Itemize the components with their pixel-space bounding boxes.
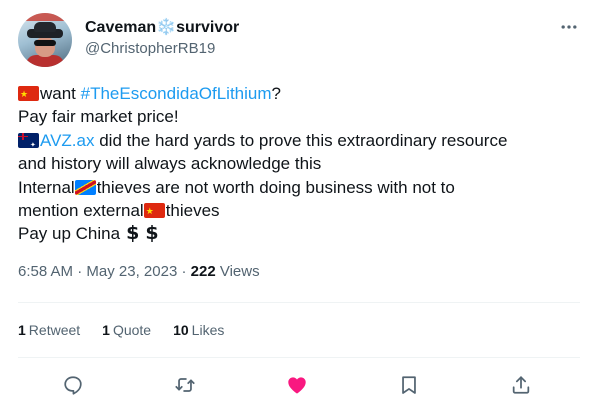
tweet-time[interactable]: 6:58 AM: [18, 263, 73, 280]
share-button[interactable]: [504, 368, 538, 402]
author-name-last: survivor: [176, 19, 240, 36]
views-count: 222: [190, 263, 216, 280]
tweet-line-5: Internal thieves are not worth doing busi…: [18, 176, 588, 199]
author-handle[interactable]: @ChristopherRB19: [85, 40, 215, 57]
likes-stat[interactable]: 10 Likes: [173, 322, 224, 338]
snowflake-emoji: ❄️: [156, 19, 177, 36]
tweet-line-6-b: thieves: [165, 201, 220, 221]
meta-separator: ·: [177, 263, 191, 280]
likes-label: Likes: [191, 322, 225, 338]
tweet-line-7-text: Pay up China: [18, 224, 121, 244]
tweet-text: want #TheEscondidaOfLithium? Pay fair ma…: [18, 82, 588, 246]
quotes-count: 1: [102, 322, 110, 338]
meta-separator: ·: [73, 263, 87, 280]
author-display-name[interactable]: Caveman❄️survivor: [85, 17, 239, 37]
tweet-line-1-text: want: [40, 84, 81, 103]
china-flag-icon: [143, 203, 165, 219]
tweet-meta: 6:58 AM · May 23, 2023 · 222 Views: [18, 263, 260, 280]
tweet-date[interactable]: May 23, 2023: [86, 263, 177, 280]
tweet-line-6-a: mention external: [18, 201, 144, 221]
divider: [18, 302, 580, 303]
avatar-glasses: [34, 40, 56, 46]
dollar-emoji: $: [145, 222, 159, 245]
tweet-line-7: Pay up China $ $: [18, 222, 588, 245]
avatar-hat-crown: [34, 22, 56, 32]
tweet-line-5-b: thieves are not worth doing business wit…: [96, 177, 455, 197]
hashtag-link[interactable]: #TheEscondidaOfLithium: [81, 84, 272, 103]
avatar-background: [18, 13, 72, 21]
dollar-emoji: $: [126, 222, 140, 245]
like-button[interactable]: [280, 368, 314, 402]
tweet-card: Caveman❄️survivor @ChristopherRB19 want …: [0, 0, 598, 411]
reply-icon: [64, 376, 82, 395]
tweet-line-1-end: ?: [271, 84, 281, 103]
tweet-line-3-text: did the hard yards to prove this extraor…: [94, 130, 508, 150]
likes-count: 10: [173, 322, 189, 338]
australia-flag-icon: [18, 132, 39, 148]
bookmark-icon: [402, 376, 416, 394]
retweet-icon: [175, 378, 195, 392]
tweet-line-3: AVZ.ax did the hard yards to prove this …: [18, 129, 588, 152]
tweet-line-5-a: Internal: [18, 177, 75, 197]
quotes-stat[interactable]: 1 Quote: [102, 322, 151, 338]
tweet-line-1: want #TheEscondidaOfLithium?: [18, 82, 588, 105]
heart-icon: [288, 377, 306, 394]
more-icon: [561, 25, 577, 29]
action-bar: [18, 368, 580, 402]
cashtag-link[interactable]: AVZ.ax: [40, 131, 94, 150]
bookmark-button[interactable]: [392, 368, 426, 402]
tweet-line-6: mention external thieves: [18, 199, 588, 222]
share-icon: [512, 376, 530, 394]
china-flag-icon: [18, 86, 39, 101]
tweet-line-4: and history will always acknowledge this: [18, 154, 322, 174]
dr-congo-flag-icon: [74, 179, 96, 195]
reply-button[interactable]: [56, 368, 90, 402]
more-options-button[interactable]: [558, 16, 580, 38]
retweet-button[interactable]: [168, 368, 202, 402]
retweets-count: 1: [18, 322, 26, 338]
engagement-stats: 1 Retweet 1 Quote 10 Likes: [18, 322, 224, 338]
tweet-line-2: Pay fair market price!: [18, 107, 179, 127]
quotes-label: Quote: [112, 322, 152, 338]
retweets-label: Retweet: [28, 322, 81, 338]
views-label: Views: [215, 263, 260, 280]
retweets-stat[interactable]: 1 Retweet: [18, 322, 80, 338]
author-name-first: Caveman: [85, 19, 157, 36]
avatar[interactable]: [18, 13, 72, 67]
divider: [18, 357, 580, 358]
